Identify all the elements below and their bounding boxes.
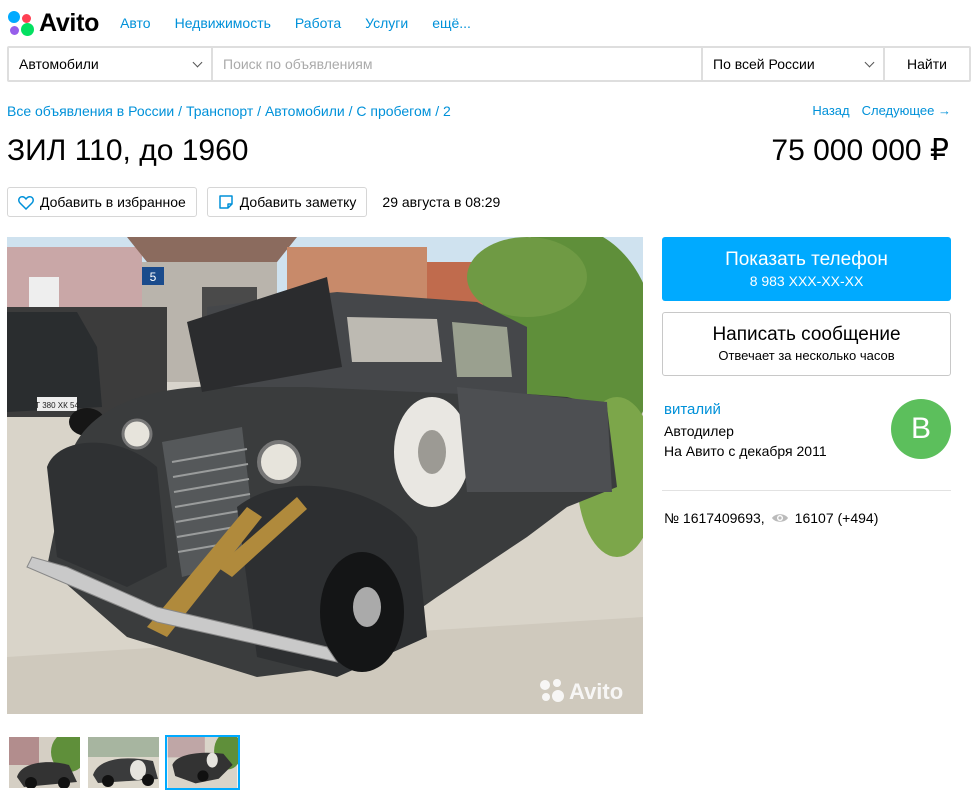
write-message-title: Написать сообщение: [712, 324, 901, 345]
heart-icon: [18, 195, 34, 210]
phone-number-masked: 8 983 XXX-XX-XX: [749, 273, 864, 289]
listing-number: № 1617409693,: [664, 510, 765, 526]
seller-since: На Авито с декабря 2011: [664, 443, 827, 459]
photo-thumbnails: [7, 735, 240, 790]
svg-text:5: 5: [150, 270, 157, 284]
chevron-down-icon: [192, 57, 203, 67]
avatar[interactable]: В: [891, 399, 951, 459]
nav-link-jobs[interactable]: Работа: [295, 6, 341, 40]
pager-next-link[interactable]: Следующее →: [862, 103, 951, 118]
search-button[interactable]: Найти: [885, 48, 969, 80]
breadcrumb-item[interactable]: Автомобили: [265, 103, 345, 119]
breadcrumb-separator: /: [431, 103, 444, 119]
show-phone-title: Показать телефон: [725, 249, 888, 270]
photo-thumbnail[interactable]: [7, 735, 82, 790]
logo-text: Avito: [39, 9, 100, 37]
seller-info: виталий Автодилер На Авито с декабря 201…: [662, 399, 951, 491]
search-bar: Автомобили Поиск по объявлениям По всей …: [7, 46, 971, 82]
listing-price: 75 000 000 ₽: [771, 134, 949, 167]
breadcrumb-item[interactable]: С пробегом: [356, 103, 431, 119]
listing-actions: Добавить в избранное Добавить заметку 29…: [7, 187, 500, 217]
breadcrumb: Все объявления в России / Транспорт / Ав…: [7, 103, 451, 119]
breadcrumb-separator: /: [253, 103, 265, 119]
nav-links: Авто Недвижимость Работа Услуги ещё...: [120, 6, 495, 40]
breadcrumb-item[interactable]: 2: [443, 103, 451, 119]
write-message-button[interactable]: Написать сообщение Отвечает за несколько…: [662, 312, 951, 376]
add-to-favorites-button[interactable]: Добавить в избранное: [7, 187, 197, 217]
listing-meta: № 1617409693, 16107 (+494): [662, 510, 951, 526]
nav-link-services[interactable]: Услуги: [365, 6, 408, 40]
search-placeholder: Поиск по объявлениям: [223, 56, 373, 72]
add-note-button[interactable]: Добавить заметку: [206, 187, 368, 217]
breadcrumb-separator: /: [344, 103, 357, 119]
seller-name-link[interactable]: виталий: [664, 401, 721, 418]
nav-link-more[interactable]: ещё...: [432, 6, 471, 40]
breadcrumb-item[interactable]: Все объявления в России: [7, 103, 174, 119]
logo-dots-icon: [7, 8, 35, 38]
category-value: Автомобили: [19, 56, 99, 72]
favorite-label: Добавить в избранное: [40, 194, 186, 210]
contact-sidebar: Показать телефон 8 983 XXX-XX-XX Написат…: [662, 237, 951, 526]
svg-text:Т 380 ХК 54: Т 380 ХК 54: [35, 401, 79, 410]
view-count: 16107 (+494): [794, 510, 879, 526]
listing-date: 29 августа в 08:29: [382, 194, 501, 210]
note-icon: [219, 195, 233, 209]
car-photo-image: 5 Т 380 ХК 54 Avito: [7, 237, 643, 714]
response-time: Отвечает за несколько часов: [718, 348, 895, 363]
nav-link-realty[interactable]: Недвижимость: [175, 6, 271, 40]
eye-icon: [771, 514, 788, 522]
breadcrumb-separator: /: [174, 103, 186, 119]
chevron-down-icon: [864, 57, 875, 67]
category-select[interactable]: Автомобили: [9, 48, 211, 80]
svg-text:Avito: Avito: [569, 679, 623, 704]
main-photo[interactable]: 5 Т 380 ХК 54 Avito: [7, 237, 643, 714]
photo-thumbnail-active[interactable]: [165, 735, 240, 790]
seller-type: Автодилер: [664, 423, 734, 439]
nav-link-auto[interactable]: Авто: [120, 6, 151, 40]
page-title: ЗИЛ 110, до 1960: [7, 134, 249, 167]
avito-logo[interactable]: Avito: [7, 6, 99, 40]
search-input[interactable]: Поиск по объявлениям: [213, 48, 701, 80]
top-nav: Avito Авто Недвижимость Работа Услуги ещ…: [7, 6, 495, 40]
breadcrumb-item[interactable]: Транспорт: [186, 103, 253, 119]
region-value: По всей России: [713, 56, 815, 72]
note-label: Добавить заметку: [239, 194, 357, 210]
region-select[interactable]: По всей России: [703, 48, 883, 80]
pager-back-link[interactable]: Назад: [812, 103, 849, 118]
listing-pager: Назад Следующее →: [812, 103, 951, 118]
show-phone-button[interactable]: Показать телефон 8 983 XXX-XX-XX: [662, 237, 951, 301]
photo-thumbnail[interactable]: [86, 735, 161, 790]
